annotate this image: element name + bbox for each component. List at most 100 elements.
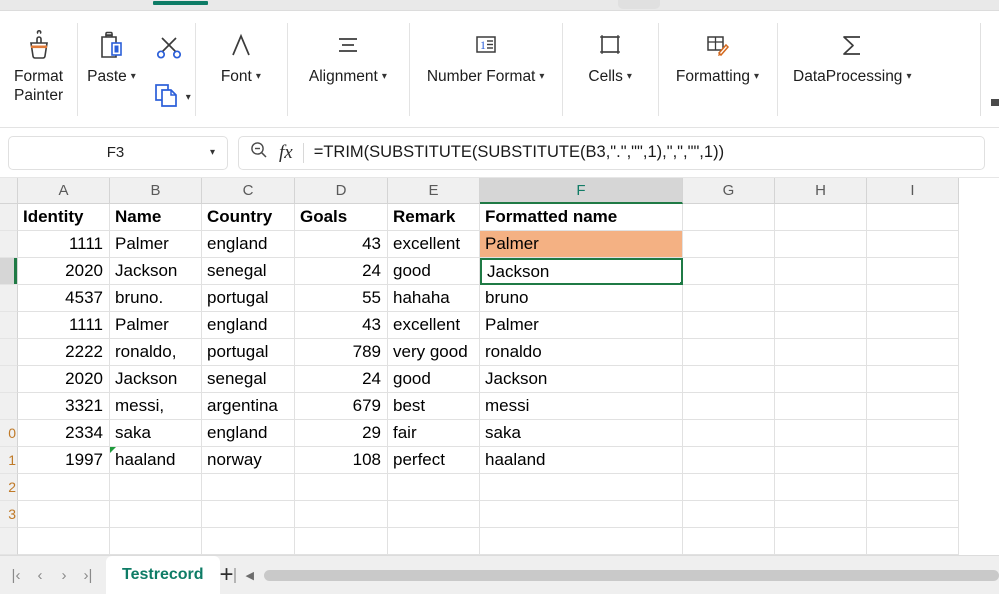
cell-remark-row1[interactable]: excellent <box>388 231 480 258</box>
name-box[interactable]: F3 ▾ <box>8 135 228 170</box>
cell-identity-row1[interactable]: 1111 <box>18 231 110 258</box>
cell-country-row9[interactable]: norway <box>202 447 295 474</box>
scroll-resize-grip[interactable] <box>233 567 236 583</box>
cell-goals-row3[interactable]: 55 <box>295 285 388 312</box>
cell-goals-row4[interactable]: 43 <box>295 312 388 339</box>
cell-identity-row5[interactable]: 2222 <box>18 339 110 366</box>
font-button[interactable]: Font ▾ <box>195 11 287 128</box>
grid-cell-empty[interactable] <box>683 528 775 555</box>
row-header-12[interactable]: 3 <box>0 501 18 528</box>
grid-cell-empty[interactable] <box>775 474 867 501</box>
grid-cell-empty[interactable] <box>683 285 775 312</box>
grid-cell-empty[interactable] <box>867 339 959 366</box>
cell-name-row9[interactable]: haaland <box>110 447 202 474</box>
grid-cell-empty[interactable] <box>110 528 202 555</box>
row-header-2[interactable] <box>0 231 18 258</box>
row-header-9[interactable]: 0 <box>0 420 18 447</box>
chevron-down-icon[interactable]: ▾ <box>627 67 632 86</box>
fill-handle[interactable] <box>679 281 681 283</box>
grid-cell-empty[interactable] <box>388 501 480 528</box>
header-cell-goals[interactable]: Goals <box>295 204 388 231</box>
column-header-a[interactable]: A <box>18 178 110 204</box>
cell-remark-row3[interactable]: hahaha <box>388 285 480 312</box>
row-header-7[interactable] <box>0 366 18 393</box>
grid-cell-empty[interactable] <box>202 501 295 528</box>
grid-cell-empty[interactable] <box>867 285 959 312</box>
grid-cell-empty[interactable] <box>683 366 775 393</box>
row-header-6[interactable] <box>0 339 18 366</box>
grid-cell-empty[interactable] <box>775 393 867 420</box>
grid-cell-empty[interactable] <box>683 312 775 339</box>
cell-country-row6[interactable]: senegal <box>202 366 295 393</box>
grid-cell-empty[interactable] <box>295 528 388 555</box>
grid-cell-empty[interactable] <box>867 447 959 474</box>
grid-cell-empty[interactable] <box>867 393 959 420</box>
cell-identity-row7[interactable]: 3321 <box>18 393 110 420</box>
header-cell-identity[interactable]: Identity <box>18 204 110 231</box>
data-processing-button[interactable]: DataProcessing ▾ <box>777 11 927 128</box>
cell-identity-row3[interactable]: 4537 <box>18 285 110 312</box>
grid-cell-empty[interactable] <box>683 501 775 528</box>
column-header-b[interactable]: B <box>110 178 202 204</box>
grid-cell-empty[interactable] <box>867 312 959 339</box>
row-header-1[interactable] <box>0 204 18 231</box>
add-sheet-button[interactable]: + <box>220 556 234 594</box>
cell-identity-row8[interactable]: 2334 <box>18 420 110 447</box>
cell-formatted-row1[interactable]: Palmer <box>480 231 683 258</box>
grid-cell-empty[interactable] <box>295 501 388 528</box>
grid-cell-empty[interactable] <box>110 501 202 528</box>
grid-cell-empty[interactable] <box>775 204 867 231</box>
cell-goals-row7[interactable]: 679 <box>295 393 388 420</box>
grid-cell-empty[interactable] <box>683 339 775 366</box>
formula-input[interactable]: =TRIM(SUBSTITUTE(SUBSTITUTE(B3,".","",1)… <box>314 143 724 162</box>
header-cell-name[interactable]: Name <box>110 204 202 231</box>
number-format-button[interactable]: 1 Number Format ▾ <box>409 11 563 128</box>
column-header-c[interactable]: C <box>202 178 295 204</box>
grid-cell-empty[interactable] <box>480 474 683 501</box>
cell-formatted-row5[interactable]: ronaldo <box>480 339 683 366</box>
grid-cell-empty[interactable] <box>775 339 867 366</box>
sheet-tab-testrecord[interactable]: Testrecord <box>106 555 220 594</box>
formatting-button[interactable]: Formatting ▾ <box>658 11 777 128</box>
grid-cell-empty[interactable] <box>683 474 775 501</box>
cell-name-row3[interactable]: bruno. <box>110 285 202 312</box>
formula-input-wrapper[interactable]: fx =TRIM(SUBSTITUTE(SUBSTITUTE(B3,".",""… <box>238 135 985 170</box>
cell-name-row6[interactable]: Jackson <box>110 366 202 393</box>
format-painter-button[interactable]: Format Painter <box>0 11 77 128</box>
row-header-8[interactable] <box>0 393 18 420</box>
cell-remark-row5[interactable]: very good <box>388 339 480 366</box>
column-header-i[interactable]: I <box>867 178 959 204</box>
select-all-corner[interactable] <box>0 178 18 204</box>
ribbon-overflow-icon[interactable] <box>991 99 999 106</box>
grid-cell-empty[interactable] <box>867 258 959 285</box>
cell-name-row8[interactable]: saka <box>110 420 202 447</box>
cell-formatted-row2[interactable]: Jackson <box>480 258 683 285</box>
next-sheet-button[interactable]: › <box>52 560 76 590</box>
grid-cell-empty[interactable] <box>775 528 867 555</box>
horizontal-scrollbar-thumb[interactable] <box>264 569 999 581</box>
cell-identity-row2[interactable]: 2020 <box>18 258 110 285</box>
cell-error-indicator-icon[interactable] <box>110 447 116 453</box>
grid-cell-empty[interactable] <box>775 447 867 474</box>
grid-cell-empty[interactable] <box>775 312 867 339</box>
grid-cell-empty[interactable] <box>18 528 110 555</box>
grid-cell-empty[interactable] <box>18 474 110 501</box>
cell-name-row4[interactable]: Palmer <box>110 312 202 339</box>
first-sheet-button[interactable]: |‹ <box>4 560 28 590</box>
grid-cell-empty[interactable] <box>867 474 959 501</box>
cell-goals-row9[interactable]: 108 <box>295 447 388 474</box>
grid-cell-empty[interactable] <box>110 474 202 501</box>
cell-goals-row5[interactable]: 789 <box>295 339 388 366</box>
cell-formatted-row4[interactable]: Palmer <box>480 312 683 339</box>
column-header-d[interactable]: D <box>295 178 388 204</box>
cell-remark-row8[interactable]: fair <box>388 420 480 447</box>
header-cell-country[interactable]: Country <box>202 204 295 231</box>
grid-cell-empty[interactable] <box>775 501 867 528</box>
row-header-5[interactable] <box>0 312 18 339</box>
chevron-down-icon[interactable]: ▾ <box>131 67 136 86</box>
scroll-left-arrow-icon[interactable]: ◀ <box>246 569 254 582</box>
cell-formatted-row9[interactable]: haaland <box>480 447 683 474</box>
grid-cell-empty[interactable] <box>202 474 295 501</box>
chevron-down-icon[interactable]: ▾ <box>539 67 544 86</box>
cell-name-row2[interactable]: Jackson <box>110 258 202 285</box>
